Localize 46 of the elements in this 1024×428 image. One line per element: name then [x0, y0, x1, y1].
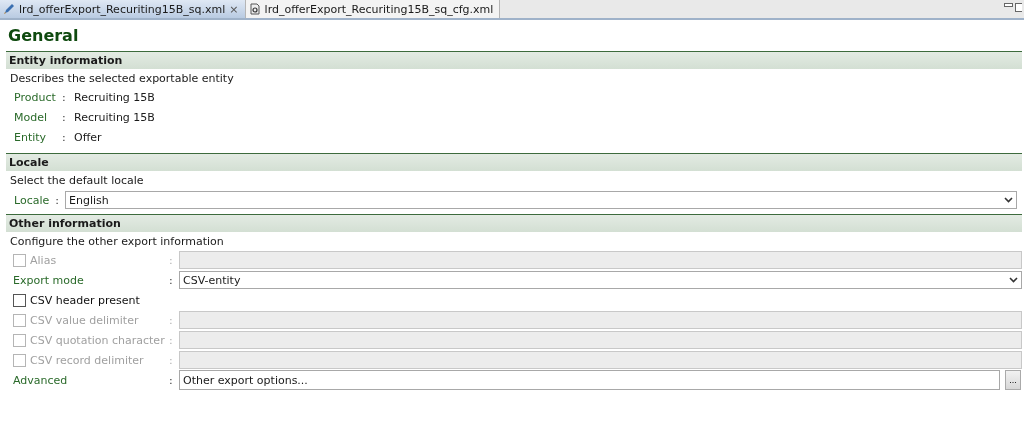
- close-icon[interactable]: ×: [229, 2, 239, 16]
- editor-tab[interactable]: lrd_offerExport_Recuriting15B_sq.xml ×: [0, 0, 246, 18]
- section-description: Describes the selected exportable entity: [9, 71, 235, 87]
- text-field[interactable]: [179, 251, 1022, 269]
- checkbox-label: CSV header present: [30, 293, 140, 307]
- text-field[interactable]: [179, 311, 1022, 329]
- section-description: Select the default locale: [9, 173, 145, 189]
- colon: :: [169, 313, 174, 327]
- text-field[interactable]: [179, 351, 1022, 369]
- locale-dropdown[interactable]: English: [65, 191, 1017, 209]
- checkbox-label: Alias: [30, 253, 57, 267]
- checkbox-label: CSV record delimiter: [30, 353, 144, 367]
- section-header: Locale: [6, 153, 1022, 171]
- export-mode-dropdown[interactable]: CSV-entity: [179, 271, 1022, 289]
- maximize-icon[interactable]: [1015, 3, 1022, 12]
- checkbox-label: CSV quotation character: [30, 333, 165, 347]
- field-value: Offer: [74, 130, 103, 144]
- field-value: Recruiting 15B: [74, 90, 156, 104]
- text-field[interactable]: Other export options...: [179, 370, 1000, 390]
- section-header: Entity information: [6, 51, 1022, 69]
- field-value: Recruiting 15B: [74, 110, 156, 124]
- colon: :: [62, 90, 67, 104]
- colon: :: [55, 193, 59, 207]
- colon: :: [62, 110, 67, 124]
- pencil-icon: [3, 3, 15, 15]
- field-label: Entity: [14, 130, 48, 144]
- colon: :: [62, 130, 67, 144]
- field-label: Export mode: [13, 273, 85, 287]
- colon: :: [169, 373, 174, 387]
- page-title: General: [7, 25, 80, 47]
- checkbox[interactable]: [13, 293, 26, 307]
- text-field[interactable]: [179, 331, 1022, 349]
- colon: :: [169, 353, 174, 367]
- colon: :: [169, 333, 174, 347]
- checkbox-label: CSV value delimiter: [30, 313, 139, 327]
- colon: :: [169, 273, 174, 287]
- section-description: Configure the other export information: [9, 234, 225, 250]
- colon: :: [169, 253, 174, 267]
- field-label: Product: [14, 90, 57, 104]
- editor-tab[interactable]: lrd_offerExport_Recuriting15B_sq_cfg.xml: [245, 0, 501, 18]
- field-label: Advanced: [13, 373, 69, 387]
- section-header: Other information: [6, 214, 1022, 232]
- field-label: Model: [14, 110, 49, 124]
- browse-button[interactable]: ...: [1005, 370, 1021, 390]
- minimize-icon[interactable]: [1004, 3, 1013, 8]
- field-label: Locale: [14, 193, 50, 207]
